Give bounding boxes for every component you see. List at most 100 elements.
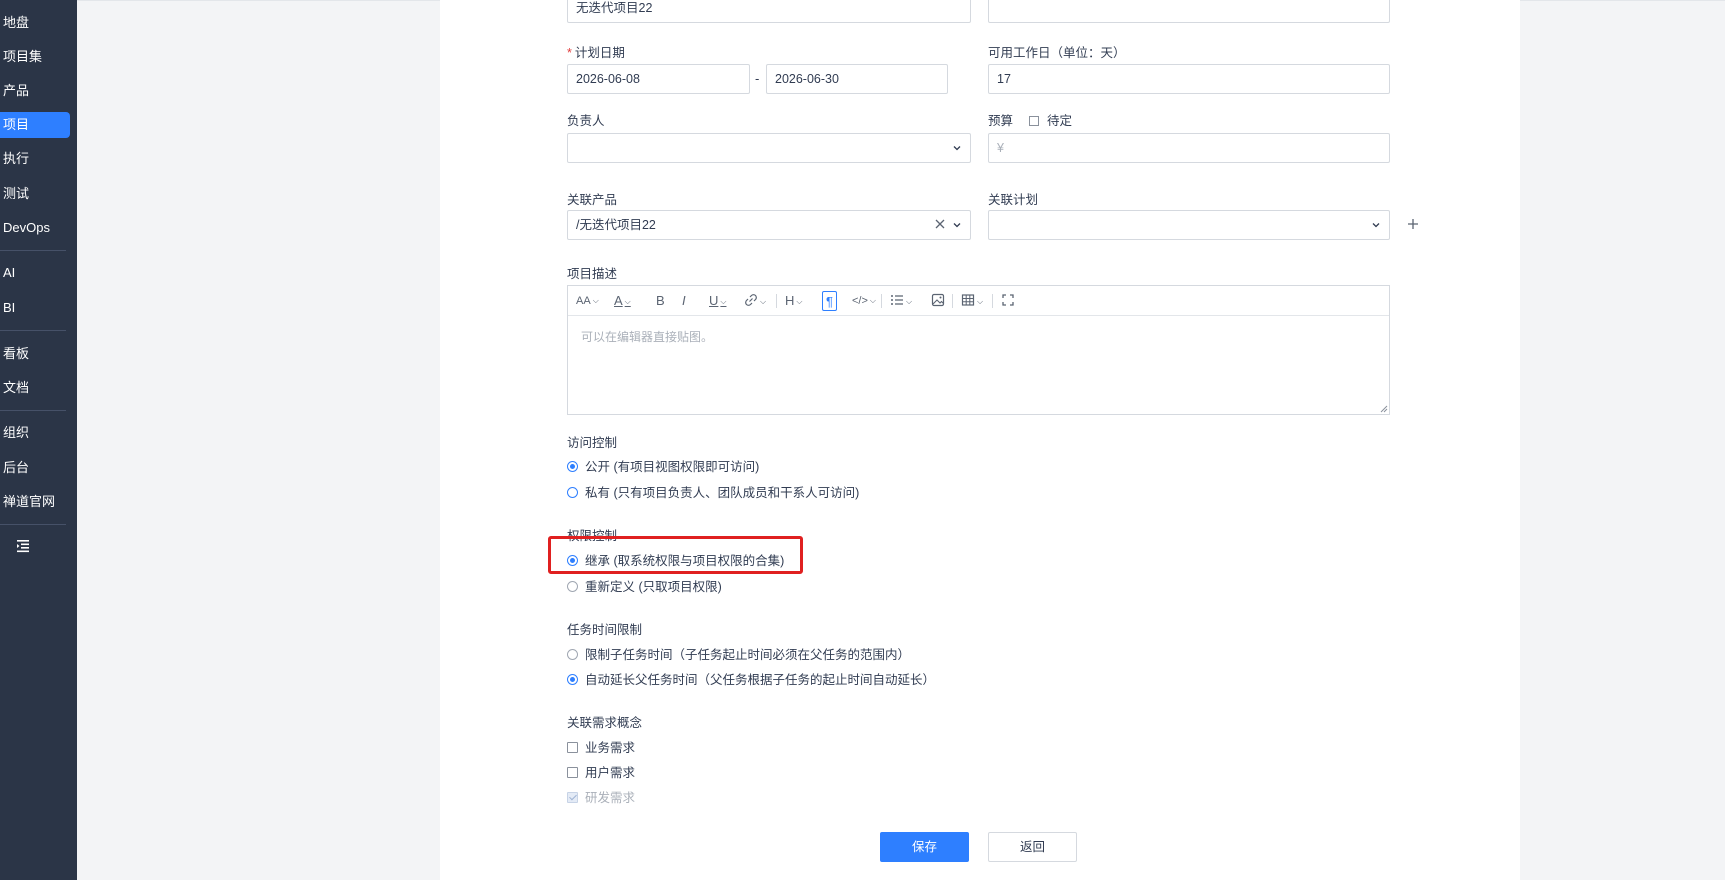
- list-icon[interactable]: ⌵: [890, 291, 912, 311]
- sidebar-item-org[interactable]: 组织: [0, 420, 70, 446]
- italic-icon[interactable]: I: [682, 291, 686, 311]
- project-name-input[interactable]: 无迭代项目22: [567, 0, 971, 23]
- story-concept-label: 关联需求概念: [567, 716, 643, 730]
- editor-toolbar: AA ⌵ A ⌵ B I U ⌵ ⌵ H ⌵ ¶ </> ⌵ ⌵ ⌵: [568, 286, 1389, 316]
- link-icon[interactable]: ⌵: [744, 291, 766, 311]
- paragraph-icon[interactable]: ¶: [822, 291, 837, 311]
- task-time-extend-option[interactable]: 自动延长父任务时间（父任务根据子任务的起止时间自动延长）: [567, 672, 935, 688]
- code-icon[interactable]: </> ⌵: [852, 291, 876, 311]
- linked-plan-label: 关联计划: [988, 193, 1039, 207]
- sidebar-item-execution[interactable]: 执行: [0, 146, 70, 172]
- story-concept-business-label: 业务需求: [585, 741, 636, 755]
- description-label: 项目描述: [567, 267, 618, 281]
- sidebar-item-kanban[interactable]: 看板: [0, 341, 70, 367]
- workdays-input[interactable]: 17: [988, 64, 1390, 94]
- sidebar-item-product[interactable]: 产品: [0, 78, 70, 104]
- description-editor[interactable]: AA ⌵ A ⌵ B I U ⌵ ⌵ H ⌵ ¶ </> ⌵ ⌵ ⌵ 可以在编辑器直接贴图…: [567, 285, 1390, 415]
- sidebar-item-qa[interactable]: 测试: [0, 181, 70, 207]
- story-concept-user[interactable]: 用户需求: [567, 765, 635, 781]
- sidebar: 地盘 项目集 产品 项目 执行 测试 DevOps AI BI 看板 文档 组织…: [0, 0, 77, 880]
- story-concept-business[interactable]: 业务需求: [567, 740, 635, 756]
- table-icon[interactable]: ⌵: [961, 291, 983, 311]
- task-time-limit-label: 限制子任务时间（子任务起止时间必须在父任务的范围内）: [585, 648, 911, 662]
- add-product-plus-icon[interactable]: [1406, 217, 1420, 231]
- save-button[interactable]: 保存: [880, 832, 969, 862]
- linked-product-select[interactable]: /无迭代项目22: [567, 210, 971, 240]
- owner-select[interactable]: [567, 133, 971, 163]
- auth-redefine-option[interactable]: 重新定义 (只取项目权限): [567, 579, 722, 595]
- task-time-label: 任务时间限制: [567, 623, 643, 637]
- sidebar-item-program[interactable]: 项目集: [0, 44, 70, 70]
- sidebar-item-doc[interactable]: 文档: [0, 375, 70, 401]
- heading-icon[interactable]: H ⌵: [785, 291, 802, 311]
- budget-label: 预算: [988, 114, 1014, 128]
- budget-tbd-checkbox[interactable]: [1028, 116, 1039, 126]
- fullscreen-icon[interactable]: [1001, 291, 1015, 311]
- end-date-input[interactable]: 2026-06-30: [766, 64, 948, 94]
- sidebar-item-devops[interactable]: DevOps: [0, 215, 70, 241]
- linked-product-label: 关联产品: [567, 193, 618, 207]
- sidebar-item-admin[interactable]: 后台: [0, 455, 70, 481]
- sidebar-item-ai[interactable]: AI: [0, 260, 70, 286]
- story-concept-user-label: 用户需求: [585, 766, 636, 780]
- sidebar-divider: [0, 330, 66, 331]
- toolbar-divider: [952, 294, 953, 308]
- plan-date-label: * 计划日期: [567, 46, 625, 60]
- clear-icon[interactable]: [934, 218, 946, 230]
- back-button[interactable]: 返回: [988, 832, 1077, 862]
- linked-plan-select[interactable]: [988, 210, 1390, 240]
- task-time-limit-option[interactable]: 限制子任务时间（子任务起止时间必须在父任务的范围内）: [567, 647, 910, 663]
- checkbox-checked-disabled-icon: [567, 792, 578, 803]
- font-color-icon[interactable]: A ⌵: [614, 291, 631, 311]
- chevron-down-icon: [953, 223, 961, 228]
- bold-icon[interactable]: B: [656, 291, 665, 311]
- sidebar-item-dashboard[interactable]: 地盘: [0, 10, 70, 36]
- acl-private-label: 私有 (只有项目负责人、团队成员和干系人可访问): [585, 486, 860, 500]
- owner-label: 负责人: [567, 114, 605, 128]
- acl-private-option[interactable]: 私有 (只有项目负责人、团队成员和干系人可访问): [567, 485, 859, 501]
- resize-handle-icon[interactable]: [1379, 404, 1388, 413]
- radio-icon[interactable]: [567, 649, 578, 660]
- story-concept-dev: 研发需求: [567, 790, 635, 806]
- checkbox-icon[interactable]: [567, 742, 578, 753]
- budget-input[interactable]: ¥: [988, 133, 1390, 163]
- story-concept-dev-label: 研发需求: [585, 791, 636, 805]
- task-time-extend-label: 自动延长父任务时间（父任务根据子任务的起止时间自动延长）: [585, 673, 936, 687]
- radio-icon[interactable]: [567, 487, 578, 498]
- sidebar-divider: [0, 410, 66, 411]
- heading-glyph: H: [785, 293, 795, 308]
- toolbar-divider: [992, 294, 993, 308]
- sidebar-item-project[interactable]: 项目: [0, 112, 70, 138]
- editor-placeholder: 可以在编辑器直接贴图。: [581, 330, 714, 344]
- toolbar-divider: [881, 294, 882, 308]
- linked-product-value: /无迭代项目22: [576, 218, 656, 232]
- image-icon[interactable]: [931, 291, 945, 311]
- collapse-sidebar-icon[interactable]: [14, 537, 32, 555]
- checkbox-icon[interactable]: [567, 767, 578, 778]
- begin-date-input[interactable]: 2026-06-08: [567, 64, 750, 94]
- chevron-down-icon: [953, 146, 961, 151]
- font-size-glyph: AA: [576, 295, 591, 307]
- radio-checked-icon[interactable]: [567, 674, 578, 685]
- toolbar-divider: [776, 294, 777, 308]
- access-control-label: 访问控制: [567, 436, 618, 450]
- date-separator: -: [755, 71, 760, 86]
- acl-open-label: 公开 (有项目视图权限即可访问): [585, 460, 760, 474]
- sidebar-item-bi[interactable]: BI: [0, 295, 70, 321]
- workdays-label: 可用工作日（单位：天）: [988, 46, 1126, 60]
- sidebar-divider: [0, 250, 66, 251]
- underline-glyph: U: [709, 293, 719, 308]
- budget-tbd-label: 待定: [1046, 114, 1072, 128]
- acl-open-option[interactable]: 公开 (有项目视图权限即可访问): [567, 459, 759, 475]
- font-size-icon[interactable]: AA ⌵: [576, 291, 599, 311]
- chevron-down-icon: [1372, 223, 1380, 228]
- underline-icon[interactable]: U ⌵: [709, 291, 726, 311]
- sidebar-divider: [0, 524, 66, 525]
- sidebar-item-website[interactable]: 禅道官网: [0, 489, 70, 515]
- radio-checked-icon[interactable]: [567, 461, 578, 472]
- radio-icon[interactable]: [567, 581, 578, 592]
- font-color-glyph: A: [614, 293, 623, 308]
- auth-redefine-label: 重新定义 (只取项目权限): [585, 580, 722, 594]
- project-code-input[interactable]: [988, 0, 1390, 23]
- highlight-box: [548, 536, 803, 574]
